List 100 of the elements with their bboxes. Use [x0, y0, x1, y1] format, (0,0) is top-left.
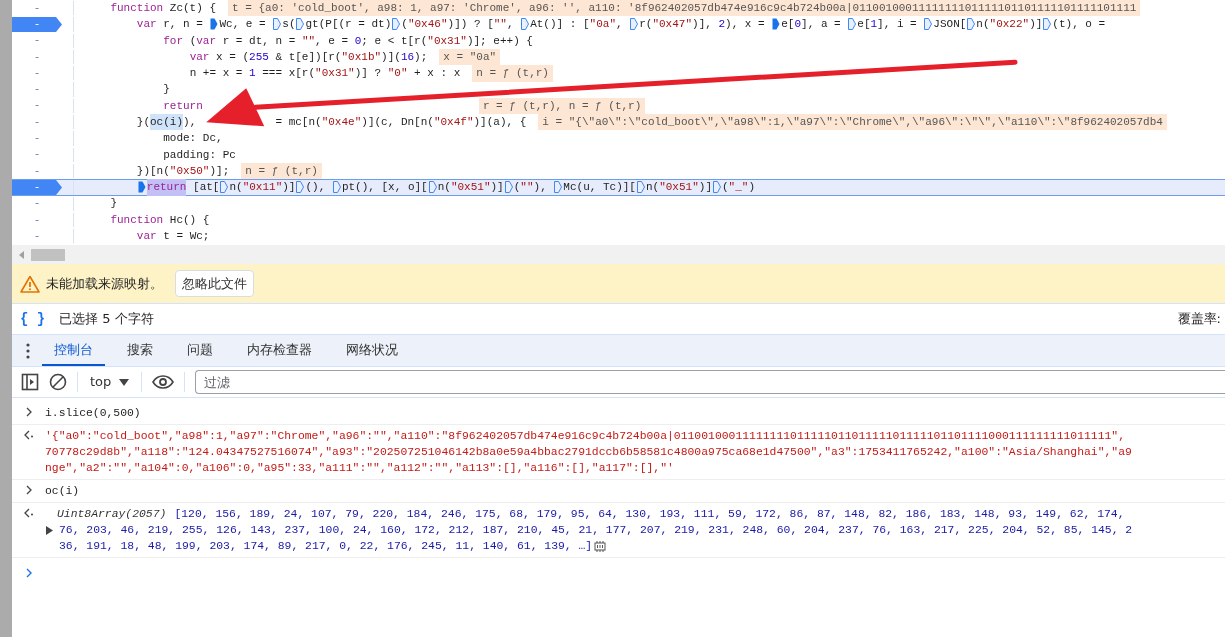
code-text: r("0x47")], 2), x =: [639, 17, 765, 33]
inline-breakpoint-icon[interactable]: [630, 18, 639, 31]
console-command: i.slice(0,500): [45, 406, 141, 421]
console-command: oc(i): [45, 484, 80, 499]
code-text: }: [163, 82, 170, 98]
selection-status: 已选择 5 个字符: [59, 310, 155, 329]
selected-code-text: return: [146, 179, 187, 196]
code-text: JSON[: [933, 17, 967, 33]
line-number[interactable]: -: [12, 131, 62, 147]
code-text: mode: Dc,: [163, 131, 223, 147]
selected-code-text: oc(i): [150, 114, 184, 131]
breakpoint-line-number[interactable]: -: [12, 179, 62, 195]
line-number[interactable]: -: [12, 0, 62, 16]
warning-icon: [20, 274, 40, 293]
eye-icon[interactable]: [152, 375, 175, 389]
code-text: }: [110, 196, 117, 212]
inline-breakpoint-icon[interactable]: [296, 181, 305, 194]
panel-tab[interactable]: 网络状况: [334, 335, 410, 366]
more-options-icon[interactable]: [26, 342, 30, 359]
panel-tab[interactable]: 内存检查器: [235, 335, 324, 366]
code-text: var x = (255 & t[e])[r("0x1b")](16);: [189, 49, 428, 65]
inline-breakpoint-icon[interactable]: [504, 181, 513, 194]
code-text: n("0x22")]: [976, 17, 1043, 33]
inline-breakpoint-icon[interactable]: [332, 181, 341, 194]
inline-breakpoint-icon[interactable]: [636, 181, 645, 194]
code-text: function Hc() {: [110, 212, 210, 228]
line-number[interactable]: -: [12, 114, 62, 130]
array-values: 36, 191, 18, 48, 199, 203, 174, 89, 217, 0, 22, 176, 245, 11, 140, 61, 139, …]: [59, 539, 593, 554]
code-text: Wc, e =: [219, 17, 266, 33]
code-text: [at[: [193, 180, 220, 196]
line-number[interactable]: -: [12, 196, 62, 212]
inline-breakpoint-icon[interactable]: [772, 18, 781, 31]
inline-breakpoint-icon[interactable]: [273, 18, 282, 31]
line-number[interactable]: -: [12, 147, 62, 163]
inline-breakpoint-icon[interactable]: [220, 181, 229, 194]
scroll-left-icon[interactable]: [18, 250, 25, 259]
inline-value-hint: x = "0a": [439, 48, 501, 66]
code-text: At()] : ["0a",: [530, 17, 623, 33]
breakpoint-line-number[interactable]: -: [12, 16, 62, 32]
code-text: })[n("0x50")];: [136, 163, 230, 179]
scrollbar-thumb[interactable]: [31, 248, 65, 261]
memory-inspector-icon[interactable]: [594, 540, 607, 552]
line-number[interactable]: -: [12, 49, 62, 65]
ignore-file-button[interactable]: 忽略此文件: [175, 269, 254, 298]
line-number[interactable]: -: [12, 98, 62, 114]
input-prompt-icon: [24, 485, 33, 495]
inline-breakpoint-icon[interactable]: [392, 18, 401, 31]
inline-breakpoint-icon[interactable]: [924, 18, 933, 31]
line-number[interactable]: -: [12, 228, 62, 244]
string-result: 70778c29d8b","a118":"124.04347527516074","a93":"202507251046142b8a0e59a4bbac2791dccb6b58581c4800a975ca68e1d47500","a3":1753411765242,"a100":"Asia/Shanghai","a9: [45, 445, 1132, 460]
code-text: (""),: [513, 180, 547, 196]
line-number[interactable]: -: [12, 65, 62, 81]
line-number[interactable]: -: [12, 33, 62, 49]
line-number[interactable]: -: [12, 82, 62, 98]
line-number[interactable]: -: [12, 212, 62, 228]
input-prompt-icon: [24, 407, 33, 417]
line-number[interactable]: -: [12, 163, 62, 179]
horizontal-scrollbar[interactable]: [12, 245, 1225, 264]
code-text: ),: [183, 115, 197, 130]
code-text: function Zc(t) {: [110, 0, 217, 16]
clear-console-icon[interactable]: [49, 373, 67, 391]
code-text: pt(), [x, o][: [341, 180, 428, 196]
code-text: e[1], i =: [857, 17, 917, 33]
inline-breakpoint-icon[interactable]: [848, 18, 857, 31]
code-text: (),: [305, 180, 326, 196]
inline-value-hint: n = ƒ (t,r): [472, 65, 553, 82]
code-text: return: [163, 98, 203, 114]
code-text: }(: [136, 115, 150, 130]
code-text: s(: [282, 17, 296, 33]
code-text: var t = Wc;: [136, 229, 210, 245]
caret-icon: [119, 378, 130, 386]
panel-tab[interactable]: 控制台: [42, 335, 105, 366]
code-text: Mc(u, Tc)][: [563, 180, 636, 196]
inline-breakpoint-icon[interactable]: [210, 18, 219, 31]
inline-breakpoint-icon[interactable]: [521, 18, 530, 31]
array-values: [120, 156, 189, 24, 107, 79, 220, 184, 246, 175, 68, 179, 95, 64, 130, 193, 111, 59, 172, 86, 87, 148, 82, 186, 183, 148, 93, 149, 62, 174,: [174, 507, 1125, 522]
panel-tab[interactable]: 搜索: [115, 335, 165, 366]
array-values: 76, 203, 46, 219, 255, 126, 143, 237, 100, 24, 160, 172, 212, 187, 210, 45, 21, 177, 207, 219, 231, 248, 60, 204, 237, 76, 163, 217, 225, 204, 52, 85, 145, 2: [59, 523, 1133, 538]
inline-breakpoint-icon[interactable]: [713, 181, 721, 194]
inline-breakpoint-icon[interactable]: [296, 18, 305, 31]
sidebar-toggle-icon[interactable]: [21, 373, 39, 391]
coverage-label: 覆盖率:: [1177, 310, 1221, 329]
code-text: e[0], a =: [781, 17, 841, 33]
inline-value-hint: i = "{\"a0\":\"cold_boot\",\"a98\":1,\"a97\":\"Chrome\",\"a96\":\"\",\"a110\":\"8f962402057db4: [538, 114, 1167, 131]
inline-value-hint: n = ƒ (t,r): [241, 162, 322, 180]
console-prompt-icon[interactable]: [24, 568, 33, 578]
expand-triangle-icon[interactable]: [45, 525, 53, 535]
code-text: gt(P[(r = dt): [305, 17, 392, 33]
inline-breakpoint-icon[interactable]: [1043, 18, 1052, 31]
context-dropdown[interactable]: top: [88, 372, 132, 392]
inline-breakpoint-icon[interactable]: [554, 181, 563, 194]
code-text: (t), o =: [1052, 17, 1106, 33]
pretty-print-icon[interactable]: { }: [20, 308, 46, 330]
filter-field[interactable]: 过滤: [195, 370, 1225, 394]
inline-value-hint: t = {a0: 'cold_boot', a98: 1, a97: 'Chrome', a96: '', a110: '8f962402057db474e916c9c4b724b00a|0110010001111111101111101101111101111101111: [228, 0, 1141, 17]
inline-breakpoint-icon[interactable]: [428, 181, 437, 194]
panel-tab[interactable]: 问题: [175, 335, 225, 366]
array-type-label: Uint8Array(2057): [57, 507, 167, 522]
inline-breakpoint-icon[interactable]: [967, 18, 976, 31]
code-text: for (var r = dt, n = "", e = 0; e < t[r("0x31")]; e++) {: [163, 33, 533, 49]
